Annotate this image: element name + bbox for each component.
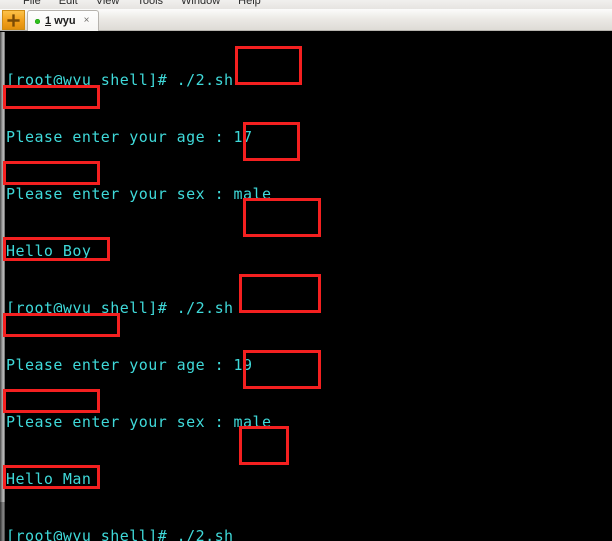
terminal-line: [root@wyu shell]# ./2.sh [6, 71, 234, 89]
close-icon[interactable]: × [84, 16, 90, 26]
terminal-line: Please enter your sex : male [6, 413, 272, 431]
terminal-window: File Edit View Tools Window Help 1 wyu × [0, 0, 612, 541]
tab-wyu[interactable]: 1 wyu × [27, 10, 99, 31]
tab-strip: 1 wyu × [0, 9, 612, 31]
terminal-line: Please enter your age : 17 [6, 128, 253, 146]
terminal-scrollbar[interactable] [0, 32, 5, 541]
terminal-line: [root@wyu shell]# ./2.sh [6, 527, 234, 541]
terminal-output: [root@wyu shell]# ./2.sh Please enter yo… [6, 33, 606, 541]
terminal-scrollbar-thumb[interactable] [0, 32, 5, 502]
terminal-line: [root@wyu shell]# ./2.sh [6, 299, 234, 317]
tab-label: 1 wyu [45, 15, 76, 27]
terminal-body[interactable]: [root@wyu shell]# ./2.sh Please enter yo… [0, 32, 612, 541]
tab-index: 1 [45, 15, 52, 27]
terminal-line: Hello Boy [6, 242, 92, 260]
tab-name: wyu [54, 15, 76, 27]
new-session-button[interactable] [2, 10, 25, 30]
terminal-line: Please enter your age : 19 [6, 356, 253, 374]
tab-status-dot [35, 18, 40, 24]
plus-session-icon [7, 13, 20, 27]
terminal-line: Please enter your sex : male [6, 185, 272, 203]
terminal-line: Hello Man [6, 470, 92, 488]
